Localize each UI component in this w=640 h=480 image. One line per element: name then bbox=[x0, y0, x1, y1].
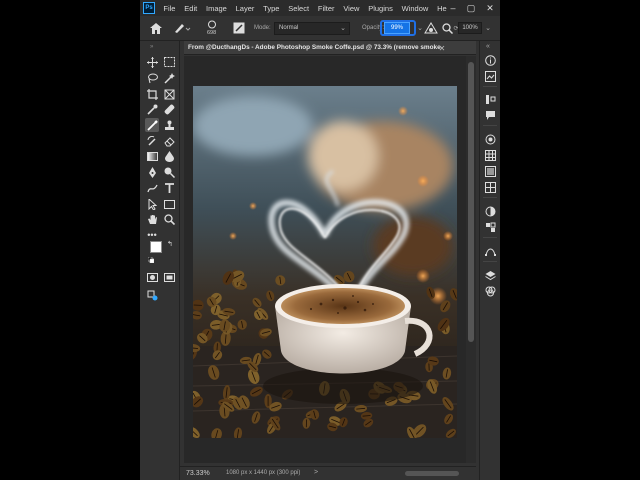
horizontal-scrollbar-thumb[interactable] bbox=[405, 471, 459, 476]
hand-tool-icon[interactable] bbox=[145, 212, 159, 226]
more-tools-icon[interactable]: ••• bbox=[145, 228, 159, 242]
menu-item-select[interactable]: Select bbox=[284, 4, 314, 13]
vertical-scrollbar-thumb[interactable] bbox=[468, 62, 474, 342]
info-panel-icon[interactable] bbox=[483, 53, 497, 67]
pen-tool-icon[interactable] bbox=[145, 165, 159, 179]
healing-brush-tool-icon[interactable] bbox=[162, 102, 176, 116]
gradient-tool-icon[interactable] bbox=[145, 149, 159, 163]
menu-item-file[interactable]: File bbox=[159, 4, 180, 13]
zoom-field[interactable]: 100% bbox=[458, 22, 482, 34]
screen-mode-icon[interactable] bbox=[162, 270, 176, 284]
vertical-scrollbar[interactable] bbox=[466, 56, 476, 463]
layer-comps-panel-icon[interactable] bbox=[483, 220, 497, 234]
swap-colors-icon[interactable]: ↰ bbox=[167, 240, 173, 248]
mode-select[interactable]: Normal ⌄ bbox=[274, 22, 350, 35]
clone-stamp-tool-icon[interactable] bbox=[162, 118, 176, 132]
brush-preset-icon[interactable] bbox=[172, 21, 192, 35]
status-bar: 73.33% 1080 px x 1440 px (300 ppi) > bbox=[180, 466, 476, 480]
gradients-panel-icon[interactable] bbox=[483, 164, 497, 178]
eraser-tool-icon[interactable] bbox=[162, 134, 176, 148]
minimize-icon[interactable]: – bbox=[444, 0, 462, 16]
canvas-area[interactable] bbox=[184, 56, 476, 463]
document-canvas-image[interactable] bbox=[193, 86, 457, 438]
mode-label: Mode: bbox=[254, 25, 271, 31]
marquee-tool-icon[interactable] bbox=[162, 55, 176, 69]
brush-size-value: 698 bbox=[207, 30, 217, 36]
menu-item-image[interactable]: Image bbox=[202, 4, 232, 13]
eyedropper-tool-icon[interactable] bbox=[145, 102, 159, 116]
type-tool-icon[interactable] bbox=[162, 181, 176, 195]
close-icon[interactable]: ✕ bbox=[481, 0, 499, 16]
properties-panel-icon[interactable] bbox=[483, 204, 497, 218]
panel-separator bbox=[483, 125, 497, 126]
panel-separator bbox=[483, 197, 497, 198]
menu-item-type[interactable]: Type bbox=[259, 4, 284, 13]
zoom-tool-icon[interactable] bbox=[162, 212, 176, 226]
panel-separator bbox=[483, 86, 497, 87]
panel-separator bbox=[483, 261, 497, 262]
swatches-panel-icon[interactable] bbox=[483, 148, 497, 162]
tools-panel: » ••• ↰ bbox=[140, 41, 180, 480]
path-selection-tool-icon[interactable] bbox=[145, 197, 159, 211]
maximize-icon[interactable]: ▢ bbox=[462, 0, 480, 16]
opacity-field[interactable]: 99% bbox=[384, 22, 410, 34]
brush-tool-icon[interactable] bbox=[145, 118, 159, 132]
document-tab[interactable]: From @DucthangDs - Adobe Photoshop Smoke… bbox=[184, 41, 476, 55]
foreground-color-swatch[interactable] bbox=[150, 241, 162, 253]
pressure-opacity-icon[interactable] bbox=[423, 21, 439, 35]
lasso-tool-icon[interactable] bbox=[145, 71, 159, 85]
status-document-info: 1080 px x 1440 px (300 ppi) bbox=[226, 470, 301, 476]
freeform-pen-tool-icon[interactable] bbox=[145, 181, 159, 195]
frame-tool-icon[interactable] bbox=[162, 87, 176, 101]
move-tool-icon[interactable] bbox=[145, 55, 159, 69]
brush-size-icon[interactable] bbox=[202, 19, 222, 29]
menu-item-window[interactable]: Window bbox=[397, 4, 432, 13]
status-zoom-level[interactable]: 73.33% bbox=[186, 470, 210, 477]
toolbar-collapse-icon[interactable]: » bbox=[150, 44, 153, 50]
document-close-icon[interactable]: ✕ bbox=[436, 41, 448, 55]
mode-value: Normal bbox=[279, 25, 299, 31]
menu-item-plugins[interactable]: Plugins bbox=[364, 4, 397, 13]
options-bar: 698 Mode: Normal ⌄ Opacity: 99% ⌄ ⟳ 100%… bbox=[140, 16, 500, 41]
menu-item-view[interactable]: View bbox=[339, 4, 364, 13]
brush-settings-icon[interactable] bbox=[232, 21, 246, 35]
paths-panel-icon[interactable] bbox=[483, 244, 497, 258]
comments-panel-icon[interactable] bbox=[483, 108, 497, 122]
adjustments-panel-icon[interactable] bbox=[483, 92, 497, 106]
status-expand-icon[interactable]: > bbox=[314, 469, 318, 476]
document-tab-title: From @DucthangDs - Adobe Photoshop Smoke… bbox=[188, 44, 441, 51]
photoshop-window: Ps File Edit Image Layer Type Select Filter Vie… bbox=[140, 0, 500, 480]
photoshop-logo-icon[interactable]: Ps bbox=[143, 2, 155, 14]
magic-wand-tool-icon[interactable] bbox=[162, 71, 176, 85]
menu-bar: Ps File Edit Image Layer Type Select Filter Vie… bbox=[140, 0, 500, 16]
dodge-tool-icon[interactable] bbox=[162, 165, 176, 179]
blur-tool-icon[interactable] bbox=[162, 149, 176, 163]
layers-panel-icon[interactable] bbox=[483, 268, 497, 282]
libraries-panel-icon[interactable] bbox=[483, 69, 497, 83]
zoom-chevron-icon[interactable]: ⌄ bbox=[484, 24, 492, 32]
edit-toolbar-icon[interactable] bbox=[145, 288, 159, 302]
panel-separator bbox=[483, 237, 497, 238]
menu-item-filter[interactable]: Filter bbox=[313, 4, 338, 13]
rectangle-tool-icon[interactable] bbox=[162, 197, 176, 211]
history-brush-tool-icon[interactable] bbox=[145, 134, 159, 148]
menu-item-edit[interactable]: Edit bbox=[180, 4, 202, 13]
menu-item-layer[interactable]: Layer bbox=[231, 4, 259, 13]
color-panel-icon[interactable] bbox=[483, 132, 497, 146]
home-icon[interactable] bbox=[148, 21, 164, 35]
channels-panel-icon[interactable] bbox=[483, 284, 497, 298]
panel-collapse-icon[interactable]: « bbox=[486, 43, 490, 50]
default-colors-icon[interactable] bbox=[147, 256, 155, 265]
crop-tool-icon[interactable] bbox=[145, 87, 159, 101]
right-panel-dock: « bbox=[479, 41, 499, 480]
patterns-panel-icon[interactable] bbox=[483, 180, 497, 194]
quick-mask-icon[interactable] bbox=[145, 270, 159, 284]
chevron-down-icon: ⌄ bbox=[340, 25, 346, 32]
